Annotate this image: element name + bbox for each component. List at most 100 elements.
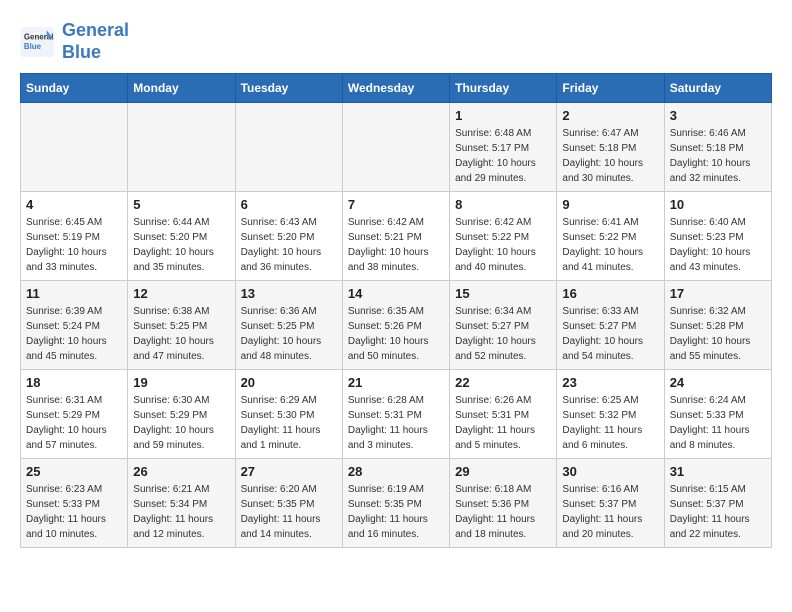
day-cell: 31 Sunrise: 6:15 AMSunset: 5:37 PMDayligh…: [664, 459, 771, 548]
day-info: Sunrise: 6:25 AMSunset: 5:32 PMDaylight:…: [562, 393, 658, 453]
logo-icon: General Blue: [20, 27, 56, 57]
day-cell: 16Sunrise: 6:33 AMSunset: 5:27 PMDayligh…: [557, 281, 664, 370]
day-number: 13: [241, 286, 337, 301]
day-cell: 4 Sunrise: 6:45 AMSunset: 5:19 PMDaylight…: [21, 192, 128, 281]
day-cell: [128, 103, 235, 192]
day-info: Sunrise: 6:44 AMSunset: 5:20 PMDaylight:…: [133, 215, 229, 275]
day-cell: 24Sunrise: 6:24 AMSunset: 5:33 PMDayligh…: [664, 370, 771, 459]
day-number: 4: [26, 197, 122, 212]
day-number: 11: [26, 286, 122, 301]
day-number: 8: [455, 197, 551, 212]
day-cell: 11 Sunrise: 6:39 AMSunset: 5:24 PMDayligh…: [21, 281, 128, 370]
day-cell: 12 Sunrise: 6:38 AMSunset: 5:25 PMDayligh…: [128, 281, 235, 370]
day-number: 2: [562, 108, 658, 123]
day-number: 20: [241, 375, 337, 390]
day-number: 10: [670, 197, 766, 212]
day-info: Sunrise: 6:46 AMSunset: 5:18 PMDaylight:…: [670, 126, 766, 186]
day-info: Sunrise: 6:41 AMSunset: 5:22 PMDaylight:…: [562, 215, 658, 275]
day-cell: 30 Sunrise: 6:16 AMSunset: 5:37 PMDayligh…: [557, 459, 664, 548]
day-info: Sunrise: 6:40 AMSunset: 5:23 PMDaylight:…: [670, 215, 766, 275]
calendar-header-row: SundayMondayTuesdayWednesdayThursdayFrid…: [21, 74, 772, 103]
calendar-table: SundayMondayTuesdayWednesdayThursdayFrid…: [20, 73, 772, 548]
day-cell: 9 Sunrise: 6:41 AMSunset: 5:22 PMDaylight…: [557, 192, 664, 281]
day-number: 16: [562, 286, 658, 301]
logo: General Blue GeneralBlue: [20, 20, 129, 63]
day-number: 17: [670, 286, 766, 301]
col-header-saturday: Saturday: [664, 74, 771, 103]
day-cell: 3Sunrise: 6:46 AMSunset: 5:18 PMDaylight…: [664, 103, 771, 192]
day-cell: 13 Sunrise: 6:36 AMSunset: 5:25 PMDayligh…: [235, 281, 342, 370]
day-number: 9: [562, 197, 658, 212]
day-info: Sunrise: 6:31 AMSunset: 5:29 PMDaylight:…: [26, 393, 122, 453]
day-info: Sunrise: 6:42 AMSunset: 5:22 PMDaylight:…: [455, 215, 551, 275]
day-info: Sunrise: 6:16 AMSunset: 5:37 PMDaylight:…: [562, 482, 658, 542]
day-cell: 8 Sunrise: 6:42 AMSunset: 5:22 PMDaylight…: [450, 192, 557, 281]
week-row-5: 25 Sunrise: 6:23 AMSunset: 5:33 PMDayligh…: [21, 459, 772, 548]
day-info: Sunrise: 6:23 AMSunset: 5:33 PMDaylight:…: [26, 482, 122, 542]
col-header-sunday: Sunday: [21, 74, 128, 103]
day-number: 18: [26, 375, 122, 390]
week-row-3: 11 Sunrise: 6:39 AMSunset: 5:24 PMDayligh…: [21, 281, 772, 370]
day-info: Sunrise: 6:19 AMSunset: 5:35 PMDaylight:…: [348, 482, 444, 542]
day-cell: [21, 103, 128, 192]
day-cell: 15Sunrise: 6:34 AMSunset: 5:27 PMDayligh…: [450, 281, 557, 370]
day-info: Sunrise: 6:42 AMSunset: 5:21 PMDaylight:…: [348, 215, 444, 275]
day-info: Sunrise: 6:45 AMSunset: 5:19 PMDaylight:…: [26, 215, 122, 275]
day-cell: 29 Sunrise: 6:18 AMSunset: 5:36 PMDayligh…: [450, 459, 557, 548]
day-info: Sunrise: 6:35 AMSunset: 5:26 PMDaylight:…: [348, 304, 444, 364]
col-header-friday: Friday: [557, 74, 664, 103]
day-info: Sunrise: 6:48 AMSunset: 5:17 PMDaylight:…: [455, 126, 551, 186]
day-cell: 10 Sunrise: 6:40 AMSunset: 5:23 PMDayligh…: [664, 192, 771, 281]
day-info: Sunrise: 6:20 AMSunset: 5:35 PMDaylight:…: [241, 482, 337, 542]
day-number: 14: [348, 286, 444, 301]
day-cell: 17 Sunrise: 6:32 AMSunset: 5:28 PMDayligh…: [664, 281, 771, 370]
day-number: 12: [133, 286, 229, 301]
day-number: 24: [670, 375, 766, 390]
day-number: 30: [562, 464, 658, 479]
page-header: General Blue GeneralBlue: [20, 20, 772, 63]
day-number: 6: [241, 197, 337, 212]
day-cell: [235, 103, 342, 192]
day-cell: [342, 103, 449, 192]
day-info: Sunrise: 6:21 AMSunset: 5:34 PMDaylight:…: [133, 482, 229, 542]
day-info: Sunrise: 6:39 AMSunset: 5:24 PMDaylight:…: [26, 304, 122, 364]
day-cell: 18 Sunrise: 6:31 AMSunset: 5:29 PMDayligh…: [21, 370, 128, 459]
day-info: Sunrise: 6:38 AMSunset: 5:25 PMDaylight:…: [133, 304, 229, 364]
day-number: 1: [455, 108, 551, 123]
day-cell: 6Sunrise: 6:43 AMSunset: 5:20 PMDaylight…: [235, 192, 342, 281]
day-number: 23: [562, 375, 658, 390]
day-info: Sunrise: 6:36 AMSunset: 5:25 PMDaylight:…: [241, 304, 337, 364]
week-row-4: 18 Sunrise: 6:31 AMSunset: 5:29 PMDayligh…: [21, 370, 772, 459]
day-number: 31: [670, 464, 766, 479]
day-cell: 23 Sunrise: 6:25 AMSunset: 5:32 PMDayligh…: [557, 370, 664, 459]
day-cell: 19Sunrise: 6:30 AMSunset: 5:29 PMDayligh…: [128, 370, 235, 459]
day-number: 26: [133, 464, 229, 479]
day-info: Sunrise: 6:26 AMSunset: 5:31 PMDaylight:…: [455, 393, 551, 453]
day-info: Sunrise: 6:18 AMSunset: 5:36 PMDaylight:…: [455, 482, 551, 542]
col-header-monday: Monday: [128, 74, 235, 103]
day-cell: 7 Sunrise: 6:42 AMSunset: 5:21 PMDaylight…: [342, 192, 449, 281]
week-row-2: 4 Sunrise: 6:45 AMSunset: 5:19 PMDaylight…: [21, 192, 772, 281]
day-cell: 22Sunrise: 6:26 AMSunset: 5:31 PMDayligh…: [450, 370, 557, 459]
day-number: 29: [455, 464, 551, 479]
week-row-1: 1 Sunrise: 6:48 AMSunset: 5:17 PMDaylight…: [21, 103, 772, 192]
day-number: 21: [348, 375, 444, 390]
day-cell: 2 Sunrise: 6:47 AMSunset: 5:18 PMDaylight…: [557, 103, 664, 192]
day-number: 15: [455, 286, 551, 301]
col-header-wednesday: Wednesday: [342, 74, 449, 103]
day-number: 25: [26, 464, 122, 479]
day-number: 27: [241, 464, 337, 479]
col-header-thursday: Thursday: [450, 74, 557, 103]
day-number: 7: [348, 197, 444, 212]
day-cell: 21Sunrise: 6:28 AMSunset: 5:31 PMDayligh…: [342, 370, 449, 459]
day-number: 5: [133, 197, 229, 212]
day-cell: 25 Sunrise: 6:23 AMSunset: 5:33 PMDayligh…: [21, 459, 128, 548]
day-cell: 26 Sunrise: 6:21 AMSunset: 5:34 PMDayligh…: [128, 459, 235, 548]
day-cell: 5 Sunrise: 6:44 AMSunset: 5:20 PMDaylight…: [128, 192, 235, 281]
day-info: Sunrise: 6:47 AMSunset: 5:18 PMDaylight:…: [562, 126, 658, 186]
day-info: Sunrise: 6:15 AMSunset: 5:37 PMDaylight:…: [670, 482, 766, 542]
col-header-tuesday: Tuesday: [235, 74, 342, 103]
logo-text: GeneralBlue: [62, 20, 129, 63]
day-info: Sunrise: 6:29 AMSunset: 5:30 PMDaylight:…: [241, 393, 337, 453]
day-info: Sunrise: 6:32 AMSunset: 5:28 PMDaylight:…: [670, 304, 766, 364]
